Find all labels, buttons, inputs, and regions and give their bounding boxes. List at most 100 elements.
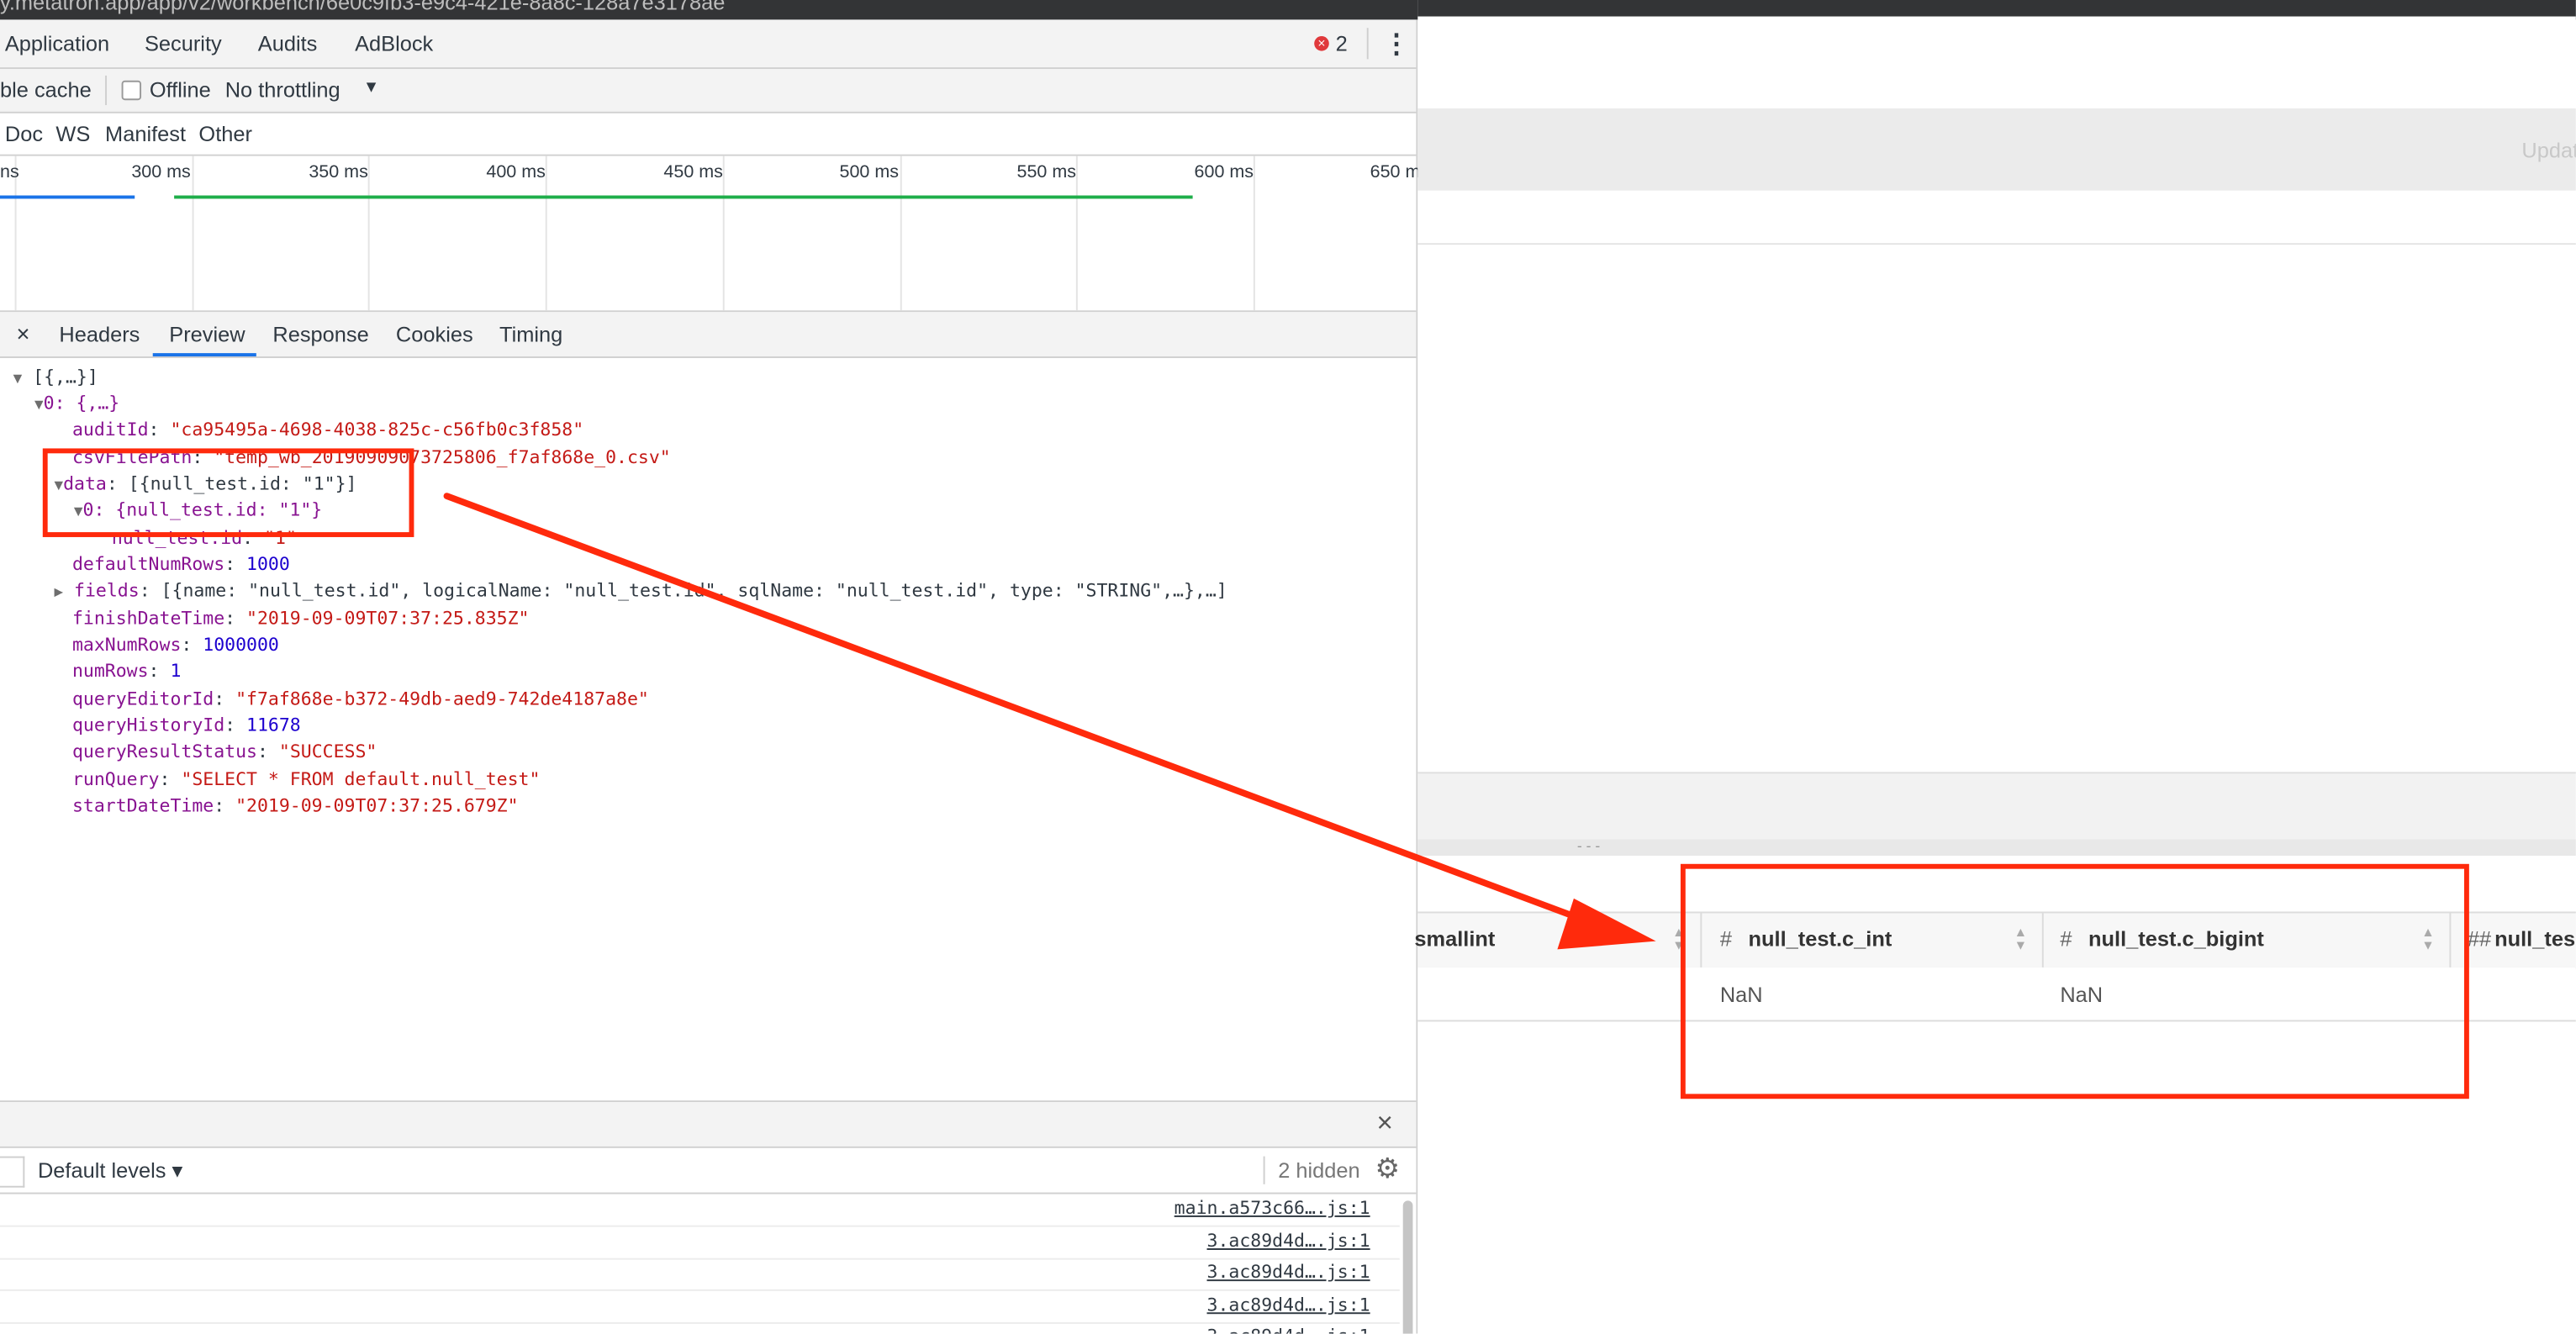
divider — [1263, 1156, 1265, 1184]
console-scrollbar[interactable] — [1402, 1200, 1413, 1334]
tab-timing[interactable]: Timing — [499, 322, 562, 346]
json-row-auditid: auditId: "ca95495a-4698-4038-825c-c56fb0… — [71, 419, 584, 440]
timeline-bar-green — [174, 195, 1193, 199]
console-filter-input[interactable] — [0, 1156, 25, 1188]
console-log-row: 3.ac89d4d….js:1 — [0, 1322, 1400, 1334]
console-log-row: main.a573c66….js:1 — [0, 1194, 1400, 1227]
divider — [1366, 28, 1369, 60]
json-row-defaultnumrows: defaultNumRows: 1000 — [71, 553, 290, 575]
offline-checkbox[interactable] — [121, 80, 142, 101]
filter-manifest[interactable]: Manifest — [105, 122, 186, 146]
timeline-tick: 450 ms — [663, 162, 723, 182]
triangle-right-icon[interactable]: ▶ — [54, 585, 63, 602]
url-text: y.metatron.app/app/v2/workbench/6e0c9fb3… — [0, 0, 726, 15]
tab-cookies[interactable]: Cookies — [396, 322, 473, 346]
column-label: null_tes — [2494, 926, 2576, 952]
network-toolbar: ble cache Offline No throttling ▼ — [0, 69, 1417, 113]
json-row-queryresultstatus: queryResultStatus: "SUCCESS" — [71, 741, 377, 762]
divider — [1417, 243, 2576, 245]
triangle-down-icon[interactable]: ▼ — [13, 372, 23, 388]
json-row-queryeditorid: queryEditorId: "f7af868e-b372-49db-aed9-… — [71, 688, 649, 710]
devtools-panel: Application Security Audits AdBlock × 2 … — [0, 19, 1420, 1334]
json-item0: 0: {,…} — [43, 393, 120, 414]
network-timeline[interactable]: ns 300 ms 350 ms 400 ms 450 ms 500 ms 55… — [0, 156, 1420, 313]
startdatetime-value: "2019-09-09T07:37:25.679Z" — [235, 794, 519, 817]
timeline-tick: 500 ms — [839, 162, 899, 182]
tab-application[interactable]: Application — [5, 31, 109, 55]
console-toolbar: Default levels ▾ 2 hidden ⚙ — [0, 1147, 1417, 1194]
numrows-value: 1 — [170, 660, 182, 682]
console-log-row: 3.ac89d4d….js:1 — [0, 1227, 1400, 1260]
disable-cache-label[interactable]: ble cache — [0, 77, 92, 102]
json-row-maxnumrows: maxNumRows: 1000000 — [71, 634, 279, 656]
update-button[interactable]: Updat — [2521, 138, 2575, 162]
app-top-strip — [1417, 0, 2576, 17]
timeline-tick: 650 m — [1370, 162, 1421, 182]
throttling-select[interactable]: No throttling — [225, 77, 340, 102]
editor-toolbar — [1417, 108, 2576, 191]
gear-icon[interactable]: ⚙ — [1375, 1153, 1400, 1186]
request-detail-tabs: × Headers Preview Response Cookies Timin… — [0, 312, 1417, 358]
queryeditorid-value: "f7af868e-b372-49db-aed9-742de4187a8e" — [235, 688, 649, 710]
close-icon[interactable]: × — [1376, 1107, 1392, 1140]
timeline-gridline — [1075, 156, 1078, 311]
timeline-tick: 400 ms — [486, 162, 546, 182]
tab-audits[interactable]: Audits — [258, 31, 318, 55]
timeline-gridline — [1253, 156, 1255, 311]
json-root: [{,…}] — [33, 366, 98, 388]
filter-doc[interactable]: Doc — [5, 122, 43, 146]
tab-security[interactable]: Security — [145, 31, 222, 55]
fields-value: [{name: "null_test.id", logicalName: "nu… — [161, 579, 1227, 602]
console-drawer-header: × — [0, 1102, 1417, 1148]
finishdatetime-value: "2019-09-09T07:37:25.835Z" — [246, 607, 530, 630]
timeline-tick: 600 ms — [1194, 162, 1254, 182]
tab-preview[interactable]: Preview — [169, 322, 245, 346]
json-row-fields[interactable]: ▶ fields: [{name: "null_test.id", logica… — [54, 580, 1227, 604]
error-count[interactable]: 2 — [1336, 31, 1348, 55]
json-item-row[interactable]: ▼0: {,…} — [34, 393, 119, 417]
timeline-tick: 300 ms — [131, 162, 191, 182]
json-row-numrows: numRows: 1 — [71, 660, 182, 682]
devtools-tab-bar: Application Security Audits AdBlock × 2 … — [0, 19, 1417, 70]
tab-headers[interactable]: Headers — [59, 322, 140, 346]
log-source-link[interactable]: main.a573c66….js:1 — [1175, 1197, 1370, 1218]
divider — [105, 75, 108, 106]
console-drawer: × Default levels ▾ 2 hidden ⚙ main.a573c… — [0, 1100, 1417, 1334]
filter-ws[interactable]: WS — [55, 122, 90, 146]
annotation-box-data — [42, 448, 414, 537]
column-label: smallint — [1414, 926, 1496, 952]
log-source-link[interactable]: 3.ac89d4d….js:1 — [1207, 1231, 1370, 1252]
timeline-bar-blue — [0, 195, 135, 199]
offline-label: Offline — [149, 76, 211, 103]
log-levels-select[interactable]: Default levels ▾ — [38, 1158, 182, 1184]
json-root-row[interactable]: ▼ [{,…}] — [13, 366, 98, 391]
maxnumrows-value: 1000000 — [203, 634, 279, 656]
resource-type-filter: Doc WS Manifest Other — [0, 113, 1417, 156]
timeline-tick: 350 ms — [309, 162, 368, 182]
json-row-startdatetime: startDateTime: "2019-09-09T07:37:25.679Z… — [71, 794, 519, 817]
json-row-queryhistoryid: queryHistoryId: 11678 — [71, 714, 301, 736]
drag-handle-icon[interactable]: - - - — [1577, 838, 1600, 855]
json-row-finishdatetime: finishDateTime: "2019-09-09T07:37:25.835… — [71, 607, 530, 630]
log-source-link[interactable]: 3.ac89d4d….js:1 — [1207, 1326, 1370, 1334]
more-options-icon[interactable]: ⋮ — [1383, 28, 1409, 61]
active-tab-indicator — [152, 353, 256, 357]
close-icon[interactable]: × — [17, 320, 30, 346]
filter-other[interactable]: Other — [198, 122, 252, 146]
timeline-tick: 550 ms — [1016, 162, 1077, 182]
chevron-down-icon[interactable]: ▼ — [363, 79, 379, 97]
tab-adblock[interactable]: AdBlock — [355, 31, 433, 55]
number-type-icon: ## — [2467, 926, 2492, 952]
log-source-link[interactable]: 3.ac89d4d….js:1 — [1207, 1294, 1370, 1316]
workbench-app: Updat - - - smallint ▲ ▼ # null_test.c_int… — [1414, 0, 2576, 1334]
tab-response[interactable]: Response — [272, 322, 368, 346]
error-icon[interactable]: × — [1314, 35, 1329, 51]
queryresultstatus-value: "SUCCESS" — [278, 741, 377, 762]
auditid-value: "ca95495a-4698-4038-825c-c56fb0c3f858" — [170, 419, 584, 440]
screen: y.metatron.app/app/v2/workbench/6e0c9fb3… — [0, 0, 2576, 1334]
defaultnumrows-value: 1000 — [246, 553, 290, 575]
runquery-value: "SELECT * FROM default.null_test" — [181, 768, 541, 790]
timeline-tick: ns — [0, 162, 19, 182]
hidden-count: 2 hidden — [1278, 1157, 1360, 1183]
log-source-link[interactable]: 3.ac89d4d….js:1 — [1207, 1262, 1370, 1283]
